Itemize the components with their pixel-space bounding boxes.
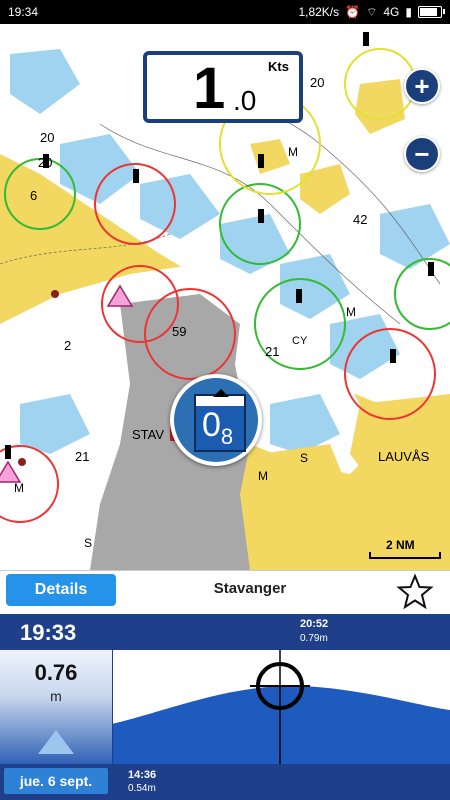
scale-label: 2 NM: [386, 538, 415, 552]
depth-label: 42: [353, 212, 367, 227]
depth-label: 20: [38, 155, 52, 170]
zoom-in-button[interactable]: +: [404, 68, 440, 104]
depth-label: 59: [172, 324, 186, 339]
wifi-icon: ⌔: [366, 4, 378, 19]
plus-icon: +: [414, 70, 430, 101]
lighthouse-icon: [133, 169, 139, 183]
status-time: 19:34: [8, 5, 39, 19]
zoom-out-button[interactable]: −: [404, 136, 440, 172]
lighthouse-icon: [363, 32, 369, 46]
minus-icon: −: [414, 138, 430, 169]
tide-low-time: 14:36: [128, 769, 157, 781]
tide-gauge-icon: 08: [194, 389, 246, 452]
net-speed: 1,82K/s: [298, 5, 340, 19]
tide-high-time: 20:52: [300, 618, 329, 630]
place-label-stav: STAV: [132, 427, 164, 442]
lighthouse-icon: [390, 349, 396, 363]
depth-label: 21: [75, 449, 89, 464]
lighthouse-icon: [258, 154, 264, 168]
marker-label: S: [300, 451, 308, 465]
tide-current-time: 19:33: [20, 620, 77, 645]
signal-icon: ▮: [405, 5, 412, 19]
marker-label: CY: [292, 335, 308, 347]
tide-level-unit: m: [50, 688, 62, 704]
tide-high-value: 0.79m: [300, 633, 328, 644]
tide-marker-subvalue: 8: [220, 424, 234, 449]
marker-label: M: [258, 469, 268, 483]
tide-water-curve: [112, 685, 450, 764]
lighthouse-icon: [428, 262, 434, 276]
lighthouse-icon: [5, 445, 11, 459]
place-label-lauvas: LAUVÅS: [378, 449, 430, 464]
buoy: [51, 290, 59, 298]
location-name: Stavanger: [213, 580, 287, 597]
depth-label: 21: [265, 344, 279, 359]
marker-label: S: [84, 536, 92, 550]
tide-level-value: 0.76: [34, 660, 78, 685]
tide-marker-value: 0: [202, 406, 221, 444]
status-icons: 1,82K/s ⏰ ⌔ 4G ▮: [298, 4, 445, 20]
depth-label: 2: [64, 338, 71, 353]
speed-decimal: .0: [233, 85, 257, 116]
favorite-star-icon[interactable]: [395, 572, 435, 612]
alarm-icon: ⏰: [345, 5, 361, 19]
network-type: 4G: [383, 5, 400, 19]
lighthouse-icon: [296, 289, 302, 303]
depth-label: 6: [30, 188, 37, 203]
marker-label: M: [288, 145, 298, 159]
details-button[interactable]: Details: [6, 574, 116, 606]
tide-station-marker[interactable]: 08: [170, 374, 262, 466]
speed-unit: Kts: [268, 59, 289, 74]
lighthouse-icon: [258, 209, 264, 223]
nautical-map[interactable]: 20 20 20 6 42 59 21 2 21 M M M M S S CY …: [0, 24, 450, 570]
battery-icon: [418, 6, 445, 18]
tide-rising-icon: [38, 730, 74, 754]
marker-label: M: [346, 305, 356, 319]
tide-up-arrow-icon: [213, 389, 229, 397]
status-bar: 19:34 1,82K/s ⏰ ⌔ 4G ▮: [0, 0, 450, 24]
speed-integer: 1: [193, 56, 226, 121]
depth-label: 20: [40, 130, 54, 145]
buoy: [18, 458, 26, 466]
tide-low-value: 0.54m: [128, 783, 156, 794]
depth-label: 20: [310, 75, 324, 90]
tide-date-button[interactable]: jue. 6 sept.: [4, 768, 108, 794]
marker-label: M: [14, 481, 24, 495]
speed-display[interactable]: Kts 1 .0: [143, 51, 303, 123]
